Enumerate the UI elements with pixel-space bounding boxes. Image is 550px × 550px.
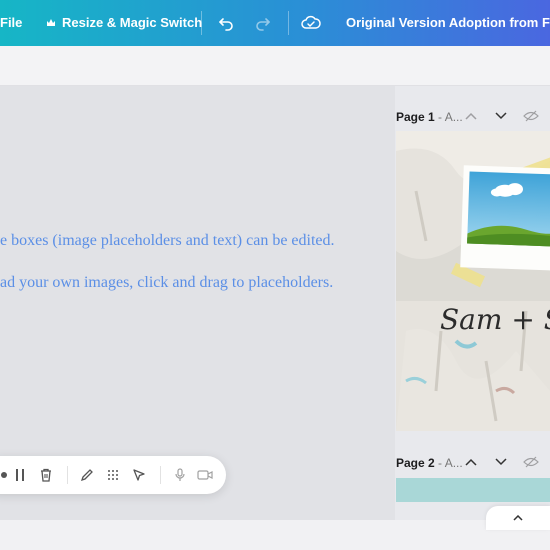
bottom-bar xyxy=(0,520,550,550)
page-2-thumbnail[interactable] xyxy=(396,478,550,502)
chevron-up-icon[interactable] xyxy=(462,453,480,471)
delete-icon[interactable] xyxy=(36,465,56,485)
pause-icon[interactable] xyxy=(10,465,30,485)
file-menu-button[interactable]: File xyxy=(0,15,22,30)
divider xyxy=(201,11,202,35)
chevron-down-icon[interactable] xyxy=(492,107,510,125)
crown-icon xyxy=(47,18,55,26)
instruction-text-2[interactable]: ad your own images, click and drag to pl… xyxy=(0,274,333,292)
redo-icon[interactable] xyxy=(252,12,274,34)
page-2-subtitle: - A... xyxy=(434,456,463,470)
pointer-icon[interactable] xyxy=(129,465,149,485)
undo-icon[interactable] xyxy=(215,12,237,34)
top-bar: File Resize & Magic Switch Original Vers… xyxy=(0,0,550,46)
camera-icon[interactable] xyxy=(195,465,215,485)
recording-toolbar xyxy=(0,456,226,494)
instruction-text-1[interactable]: e boxes (image placeholders and text) ca… xyxy=(0,232,335,250)
chevron-up-icon[interactable] xyxy=(462,107,480,125)
resize-label: Resize & Magic Switch xyxy=(62,15,203,30)
divider xyxy=(67,466,68,484)
page-1-title: Page 1 xyxy=(396,110,435,124)
expand-panel-button[interactable] xyxy=(486,506,550,530)
cloud-saved-icon[interactable] xyxy=(300,12,322,34)
document-title[interactable]: Original Version Adoption from Fosterc xyxy=(346,15,550,30)
pencil-icon[interactable] xyxy=(77,465,97,485)
chevron-down-icon[interactable] xyxy=(492,453,510,471)
page-1-subtitle: - A... xyxy=(434,110,463,124)
chevron-up-small-icon xyxy=(513,515,523,521)
context-toolbar xyxy=(0,46,550,86)
page-1-label[interactable]: Page 1 - A... xyxy=(396,110,463,124)
design-canvas[interactable]: e boxes (image placeholders and text) ca… xyxy=(0,86,395,520)
divider xyxy=(160,466,161,484)
hide-page-icon[interactable] xyxy=(522,453,540,471)
hide-page-icon[interactable] xyxy=(522,107,540,125)
resize-magic-switch-button[interactable]: Resize & Magic Switch xyxy=(46,15,202,30)
names-text: Sam + Sa xyxy=(440,303,550,336)
grid-dots-icon[interactable] xyxy=(103,465,123,485)
divider xyxy=(288,11,289,35)
microphone-icon[interactable] xyxy=(170,465,190,485)
page-1-thumbnail[interactable]: Sam + Sa xyxy=(396,131,550,431)
page-2-title: Page 2 xyxy=(396,456,435,470)
page-2-label[interactable]: Page 2 - A... xyxy=(396,456,463,470)
